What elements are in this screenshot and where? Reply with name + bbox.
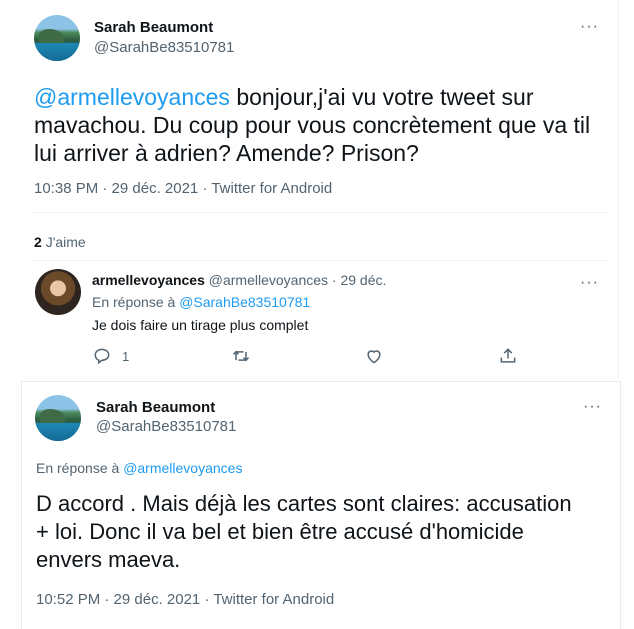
reply-to-handle[interactable]: @armellevoyances: [123, 460, 242, 476]
divider: [34, 260, 610, 261]
reply-text: Je dois faire un tirage plus complet: [92, 317, 309, 333]
tweet-text-line: D accord . Mais déjà les cartes sont cla…: [36, 491, 572, 516]
reply-author-handle[interactable]: @armellevoyances: [209, 272, 328, 288]
tweet-text: D accord . Mais déjà les cartes sont cla…: [36, 490, 620, 574]
divider: [34, 212, 610, 213]
author-handle[interactable]: @SarahBe83510781: [96, 418, 236, 435]
author-name[interactable]: Sarah Beaumont: [94, 19, 213, 36]
likes-stat[interactable]: 2 J'aime: [34, 234, 86, 250]
more-icon[interactable]: ···: [580, 19, 599, 35]
reply-avatar[interactable]: [35, 269, 81, 315]
reply-count: 1: [122, 348, 130, 364]
tweet-text-line: envers maeva.: [36, 547, 181, 572]
reply-to: En réponse à @armellevoyances: [36, 460, 242, 476]
author-name[interactable]: Sarah Beaumont: [96, 399, 215, 416]
reply-author-name[interactable]: armellevoyances: [92, 272, 205, 288]
tweet-card-main: Sarah Beaumont @SarahBe83510781 ··· @arm…: [0, 0, 619, 378]
reply-to-label: En réponse à: [92, 294, 176, 310]
tweet-timestamp[interactable]: 10:38 PM · 29 déc. 2021 · Twitter for An…: [34, 180, 332, 197]
more-icon[interactable]: ···: [580, 275, 599, 291]
reply-to-handle[interactable]: @SarahBe83510781: [179, 294, 310, 310]
tweet-text-line: mavachou. Du coup pour vous concrètement…: [34, 112, 591, 138]
likes-label: J'aime: [45, 234, 86, 250]
share-icon: [498, 346, 518, 366]
tweet-text-line: bonjour,j'ai vu votre tweet sur: [229, 84, 534, 110]
reply-icon: [92, 346, 112, 366]
more-icon[interactable]: ···: [583, 399, 602, 415]
avatar[interactable]: [34, 15, 80, 61]
mention-link[interactable]: @armellevoyances: [34, 84, 230, 110]
reply-date[interactable]: 29 déc.: [340, 272, 386, 288]
tweet-card-followup: Sarah Beaumont @SarahBe83510781 ··· En r…: [21, 381, 621, 629]
tweet-text-line: + loi. Donc il va bel et bien être accus…: [36, 519, 524, 544]
likes-count: 2: [34, 234, 42, 250]
retweet-button[interactable]: [231, 346, 251, 366]
reply-to-label: En réponse à: [36, 460, 120, 476]
tweet-text-line: lui arriver à adrien? Amende? Prison?: [34, 140, 419, 166]
share-button[interactable]: [498, 346, 518, 366]
reply-to: En réponse à @SarahBe83510781: [92, 294, 310, 310]
author-handle[interactable]: @SarahBe83510781: [94, 39, 234, 56]
retweet-icon: [231, 346, 251, 366]
like-button[interactable]: [364, 346, 384, 366]
avatar[interactable]: [35, 395, 81, 441]
tweet-text: @armellevoyances bonjour,j'ai vu votre t…: [34, 83, 614, 167]
tweet-timestamp[interactable]: 10:52 PM · 29 déc. 2021 · Twitter for An…: [36, 591, 334, 608]
reply-header: armellevoyances @armellevoyances · 29 dé…: [92, 272, 386, 288]
like-icon: [364, 346, 384, 366]
separator: ·: [331, 272, 337, 288]
reply-button[interactable]: 1: [92, 346, 129, 366]
